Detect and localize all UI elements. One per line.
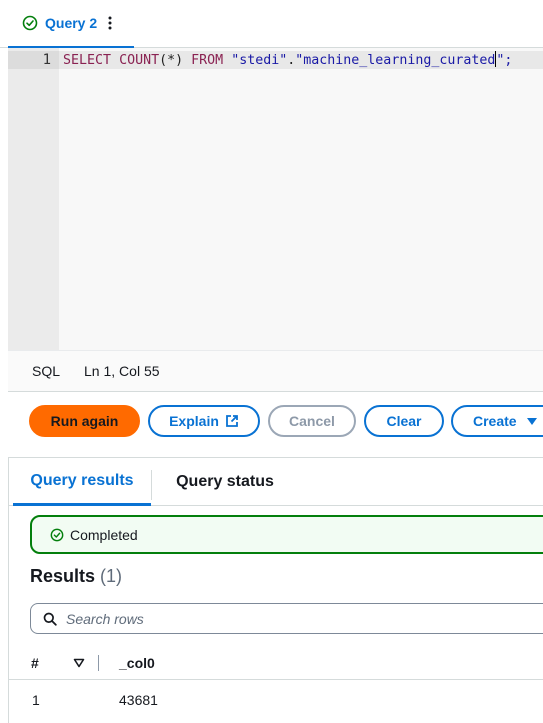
search-icon <box>43 612 57 626</box>
column-header-col0[interactable]: _col0 <box>119 646 155 680</box>
completed-alert: Completed <box>30 515 543 554</box>
explain-button[interactable]: Explain <box>148 405 260 437</box>
editor-gutter: 1 <box>8 48 59 350</box>
table-header-row: # _col0 <box>9 646 543 680</box>
query-tab-label: Query 2 <box>45 15 98 31</box>
caret-down-icon <box>526 417 537 425</box>
results-count: (1) <box>100 566 123 586</box>
cancel-button[interactable]: Cancel <box>268 405 356 437</box>
external-link-icon <box>225 414 239 428</box>
line-number: 1 <box>42 52 51 68</box>
keyword-count: COUNT <box>119 53 160 68</box>
check-circle-icon <box>22 15 38 31</box>
language-indicator: SQL <box>32 363 61 379</box>
row-value-col0: 43681 <box>119 692 158 708</box>
column-resizer[interactable] <box>98 655 99 671</box>
results-tabs: Query results Query status <box>9 458 543 506</box>
results-panel: Query results Query status Completed Res… <box>8 457 543 723</box>
sql-editor[interactable]: 1 SELECT COUNT(*) FROM "stedi"."machine_… <box>8 48 543 350</box>
tab-query-status[interactable]: Query status <box>161 458 289 506</box>
run-again-label: Run again <box>50 413 119 429</box>
run-again-button[interactable]: Run again <box>29 405 140 437</box>
column-header-number: # <box>31 655 39 671</box>
results-title: Results <box>30 566 96 586</box>
tab-query-results-label: Query results <box>30 471 134 489</box>
table-identifier: "machine_learning_curated <box>295 53 496 68</box>
tab-query-status-label: Query status <box>176 473 274 490</box>
editor-status-bar: SQL Ln 1, Col 55 <box>8 350 543 392</box>
cancel-label: Cancel <box>289 413 335 429</box>
clear-label: Clear <box>386 413 422 429</box>
check-circle-icon <box>50 528 64 542</box>
query-tab-bar: Query 2 <box>0 0 543 48</box>
keyword-from: FROM <box>191 53 224 68</box>
kebab-icon[interactable] <box>106 14 114 32</box>
create-button[interactable]: Create <box>451 405 543 437</box>
sort-icon[interactable] <box>73 646 87 680</box>
table-row: 1 43681 <box>9 681 543 719</box>
keyword-select: SELECT <box>63 53 112 68</box>
search-rows-box[interactable] <box>30 603 543 634</box>
code-tail: "; <box>496 53 513 68</box>
alert-text: Completed <box>70 526 138 543</box>
code-line[interactable]: SELECT COUNT(*) FROM "stedi"."machine_le… <box>63 51 512 69</box>
cursor-position: Ln 1, Col 55 <box>84 363 160 379</box>
query-tab[interactable]: Query 2 <box>8 0 134 48</box>
code-parens: (*) <box>159 53 184 68</box>
search-rows-input[interactable] <box>66 610 506 627</box>
database-identifier: "stedi" <box>231 53 288 68</box>
tab-query-results[interactable]: Query results <box>13 458 151 506</box>
tab-divider <box>151 470 152 500</box>
create-label: Create <box>473 413 517 429</box>
row-number: 1 <box>32 692 40 708</box>
clear-button[interactable]: Clear <box>364 405 444 437</box>
results-heading: Results (1) <box>30 566 122 587</box>
explain-label: Explain <box>169 413 219 429</box>
